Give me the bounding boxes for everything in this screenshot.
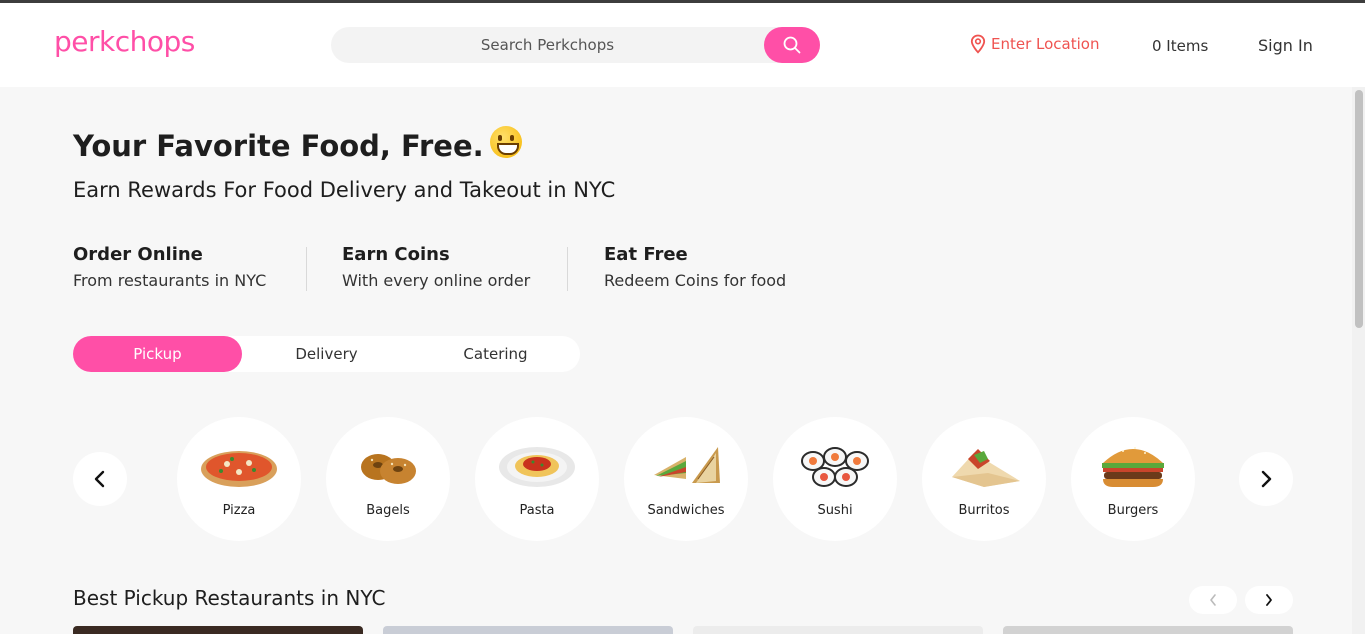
feature-earn-coins: Earn Coins With every online order: [342, 244, 530, 290]
hero-title: Your Favorite Food, Free.: [73, 126, 522, 163]
categories-prev-button[interactable]: [73, 452, 127, 506]
category-pizza[interactable]: Pizza: [177, 417, 301, 541]
restaurant-card[interactable]: [693, 626, 983, 634]
hero-subtitle: Earn Rewards For Food Delivery and Takeo…: [73, 178, 616, 202]
chevron-left-icon: [94, 470, 105, 488]
category-bagels[interactable]: Bagels: [326, 417, 450, 541]
tab-delivery[interactable]: Delivery: [242, 336, 411, 372]
location-label: Enter Location: [991, 35, 1100, 53]
feature-divider: [567, 247, 568, 291]
category-pasta[interactable]: Pasta: [475, 417, 599, 541]
search-button[interactable]: [764, 27, 820, 63]
logo[interactable]: perkchops: [54, 25, 195, 58]
tab-pickup[interactable]: Pickup: [73, 336, 242, 372]
feature-eat-free: Eat Free Redeem Coins for food: [604, 244, 786, 290]
page-scrollbar[interactable]: [1352, 87, 1365, 634]
restaurant-card[interactable]: [383, 626, 673, 634]
feature-divider: [306, 247, 307, 291]
chevron-right-icon: [1266, 594, 1272, 606]
category-label: Bagels: [366, 503, 410, 518]
hero-title-text: Your Favorite Food, Free.: [73, 129, 484, 163]
scrollbar-thumb[interactable]: [1355, 90, 1363, 328]
feature-title: Earn Coins: [342, 244, 450, 265]
feature-description: With every online order: [342, 271, 531, 290]
map-pin-icon: [970, 34, 986, 54]
category-label: Pasta: [519, 503, 555, 518]
category-label: Pizza: [222, 503, 256, 518]
location-button[interactable]: Enter Location: [970, 34, 1099, 54]
pasta-icon: [497, 439, 577, 491]
categories-next-button[interactable]: [1239, 452, 1293, 506]
tab-catering[interactable]: Catering: [411, 336, 580, 372]
restaurants-prev-button[interactable]: [1189, 586, 1237, 614]
bagel-icon: [348, 439, 428, 491]
cart-button[interactable]: 0 Items: [1152, 37, 1208, 55]
category-label: Burgers: [1107, 503, 1159, 518]
restaurants-next-button[interactable]: [1245, 586, 1293, 614]
category-label: Sandwiches: [647, 503, 725, 518]
sign-in-link[interactable]: Sign In: [1258, 36, 1313, 55]
restaurant-card[interactable]: [1003, 626, 1293, 634]
category-label: Burritos: [958, 503, 1010, 518]
search-icon: [783, 36, 801, 54]
pizza-icon: [199, 439, 279, 491]
search-bar: [331, 27, 820, 63]
site-header: perkchops Enter Location 0 Items Sign In: [0, 3, 1365, 87]
chevron-left-icon: [1210, 594, 1216, 606]
category-burgers[interactable]: Burgers: [1071, 417, 1195, 541]
category-sandwiches[interactable]: Sandwiches: [624, 417, 748, 541]
feature-description: Redeem Coins for food: [604, 271, 787, 290]
feature-description: From restaurants in NYC: [73, 271, 267, 290]
chevron-right-icon: [1261, 470, 1272, 488]
burrito-icon: [944, 439, 1024, 491]
restaurant-card[interactable]: [73, 626, 363, 634]
burger-icon: [1093, 439, 1173, 491]
category-sushi[interactable]: Sushi: [773, 417, 897, 541]
section-title: Best Pickup Restaurants in NYC: [73, 586, 386, 610]
grinning-face-icon: [489, 126, 522, 158]
feature-title: Order Online: [73, 244, 203, 265]
category-burritos[interactable]: Burritos: [922, 417, 1046, 541]
sushi-icon: [795, 439, 875, 491]
category-label: Sushi: [817, 503, 853, 518]
search-input[interactable]: [331, 27, 764, 63]
feature-title: Eat Free: [604, 244, 688, 265]
order-type-tabs: Pickup Delivery Catering: [73, 336, 580, 372]
feature-order-online: Order Online From restaurants in NYC: [73, 244, 266, 290]
sandwich-icon: [646, 439, 726, 491]
